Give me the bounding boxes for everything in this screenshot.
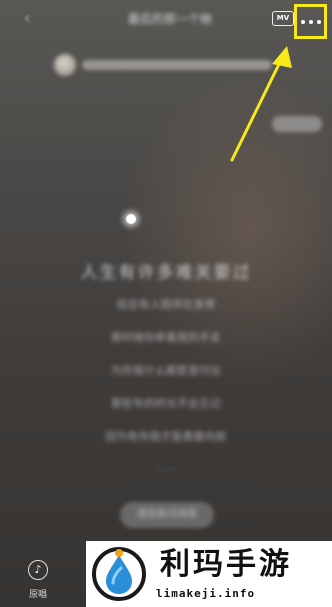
lyric-poster-button[interactable]: 播放歌词海报 [120, 502, 214, 528]
water-drop-logo [92, 547, 146, 601]
song-title: 最后的那一个她 [127, 12, 212, 26]
more-dots-icon[interactable] [297, 7, 324, 36]
singer-name-bar [82, 60, 272, 70]
lyric-line: 那些年的时光不会忘记 [111, 397, 221, 410]
player-screen: ‹ 最后的那一个她 MV 人生有许多难关要过 但总有人陪伴在身旁 那时候你牵着我… [0, 0, 332, 607]
watermark-title: 利玛手游 [160, 547, 292, 582]
chevron-left-icon[interactable]: ‹ [24, 10, 38, 26]
more-options-highlight [294, 4, 327, 39]
music-note-icon: ♪ [28, 560, 48, 580]
playback-indicator-dot [126, 214, 136, 224]
lyric-line: 但总有人陪伴在身旁 [116, 298, 216, 311]
original-vocal-button[interactable]: ♪ 原唱 [20, 560, 56, 604]
avatar[interactable] [54, 54, 76, 76]
follow-pill[interactable] [272, 116, 322, 132]
lyric-line: …… [155, 460, 177, 473]
mv-button[interactable]: MV [272, 11, 294, 26]
watermark: 利玛手游 limakeji.info [86, 541, 332, 607]
watermark-domain: limakeji.info [156, 587, 256, 600]
lyric-line: 那时候你牵着我的手走 [111, 331, 221, 344]
original-vocal-label: 原唱 [28, 590, 47, 600]
lyric-line: 为你我什么都愿意付出 [111, 364, 221, 377]
singer-info-row[interactable] [50, 54, 272, 76]
lyric-current: 人生有许多难关要过 [80, 263, 252, 283]
lyric-line: 因为有你我才能勇敢向前 [105, 430, 227, 443]
